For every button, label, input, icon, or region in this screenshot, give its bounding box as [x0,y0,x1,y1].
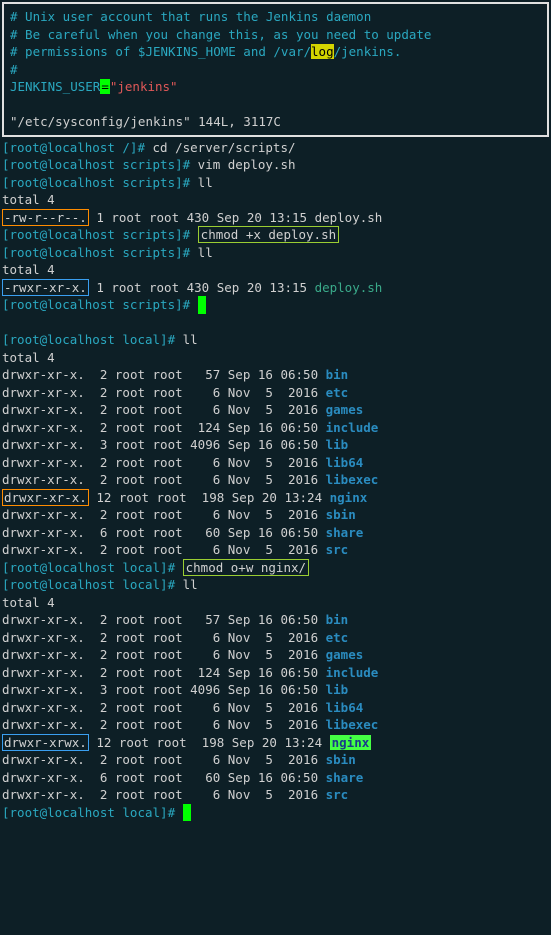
cursor-icon [198,296,206,314]
dir-name: games [326,647,364,662]
permission-col: drwxr-xr-x. [2,455,85,470]
list-row: drwxr-xrwx. 12 root root 198 Sep 20 13:2… [2,734,549,752]
dir-name: libexec [326,472,379,487]
permission-col: drwxr-xr-x. [2,542,85,557]
permission-col: drwxr-xr-x. [2,472,85,487]
list-row: drwxr-xr-x. 2 root root 6 Nov 5 2016 sbi… [2,751,549,769]
permissions-before: -rw-r--r--. [2,209,89,226]
list-row: drwxr-xr-x. 2 root root 6 Nov 5 2016 lib… [2,716,549,734]
list-row: drwxr-xr-x. 6 root root 60 Sep 16 06:50 … [2,769,549,787]
list-row: drwxr-xr-x. 3 root root 4096 Sep 16 06:5… [2,436,549,454]
dir-name: share [326,770,364,785]
list-row: drwxr-xr-x. 12 root root 198 Sep 20 13:2… [2,489,549,507]
permission-col: drwxr-xr-x. [2,665,85,680]
cursor-icon [183,804,191,822]
permission-col: drwxr-xr-x. [2,717,85,732]
permission-col: drwxr-xr-x. [2,402,85,417]
dir-name: share [326,525,364,540]
dir-name: nginx [330,490,368,505]
list-row: drwxr-xr-x. 2 root root 124 Sep 16 06:50… [2,664,549,682]
list-row: drwxr-xr-x. 2 root root 57 Sep 16 06:50 … [2,366,549,384]
comment-line: # [10,61,541,79]
cursor-position: = [100,79,110,94]
list-row: drwxr-xr-x. 2 root root 124 Sep 16 06:50… [2,419,549,437]
list-row: drwxr-xr-x. 2 root root 6 Nov 5 2016 src [2,786,549,804]
chmod-command: chmod o+w nginx/ [183,559,309,576]
comment-line: # Unix user account that runs the Jenkin… [10,8,541,26]
permission-col: drwxr-xrwx. [2,734,89,751]
list-row: drwxr-xr-x. 2 root root 6 Nov 5 2016 src [2,541,549,559]
permission-col: drwxr-xr-x. [2,367,85,382]
comment-line: # Be careful when you change this, as yo… [10,26,541,44]
permission-col: drwxr-xr-x. [2,507,85,522]
permission-col: drwxr-xr-x. [2,682,85,697]
chmod-command: chmod +x deploy.sh [198,226,339,243]
permission-col: drwxr-xr-x. [2,612,85,627]
list-row: drwxr-xr-x. 2 root root 57 Sep 16 06:50 … [2,611,549,629]
list-row: drwxr-xr-x. 2 root root 6 Nov 5 2016 gam… [2,401,549,419]
permissions-after: -rwxr-xr-x. [2,279,89,296]
dir-name: bin [326,612,349,627]
list-row: drwxr-xr-x. 2 root root 6 Nov 5 2016 lib… [2,454,549,472]
list-row: drwxr-xr-x. 2 root root 6 Nov 5 2016 etc [2,384,549,402]
list-row: drwxr-xr-x. 2 root root 6 Nov 5 2016 sbi… [2,506,549,524]
list-row: drwxr-xr-x. 2 root root 6 Nov 5 2016 lib… [2,471,549,489]
list-row: drwxr-xr-x. 2 root root 6 Nov 5 2016 gam… [2,646,549,664]
dir-name: libexec [326,717,379,732]
list-row: drwxr-xr-x. 6 root root 60 Sep 16 06:50 … [2,524,549,542]
dir-name: etc [326,385,349,400]
dir-name: sbin [326,507,356,522]
permission-col: drwxr-xr-x. [2,420,85,435]
dir-name: sbin [326,752,356,767]
search-highlight: log [311,44,334,59]
permission-col: drwxr-xr-x. [2,385,85,400]
config-line: JENKINS_USER="jenkins" [10,78,541,96]
dir-name: include [326,665,379,680]
permission-col: drwxr-xr-x. [2,770,85,785]
permission-col: drwxr-xr-x. [2,437,85,452]
dir-name: bin [326,367,349,382]
vim-editor-panel: # Unix user account that runs the Jenkin… [2,2,549,137]
dir-name: games [326,402,364,417]
dir-name: lib [326,437,349,452]
permission-col: drwxr-xr-x. [2,752,85,767]
permission-col: drwxr-xr-x. [2,787,85,802]
comment-line: # permissions of $JENKINS_HOME and /var/… [10,43,541,61]
terminal-output[interactable]: [root@localhost /]# cd /server/scripts/ … [2,139,549,822]
list-row: drwxr-xr-x. 2 root root 6 Nov 5 2016 etc [2,629,549,647]
dir-name: include [326,420,379,435]
list-row: drwxr-xr-x. 3 root root 4096 Sep 16 06:5… [2,681,549,699]
permission-col: drwxr-xr-x. [2,489,89,506]
dir-name: lib64 [326,700,364,715]
vim-status-line: "/etc/sysconfig/jenkins" 144L, 3117C [10,113,541,131]
list-row: drwxr-xr-x. 2 root root 6 Nov 5 2016 lib… [2,699,549,717]
dir-name: lib64 [326,455,364,470]
dir-name: src [326,542,349,557]
permission-col: drwxr-xr-x. [2,700,85,715]
dir-name: nginx [330,735,372,750]
dir-name: src [326,787,349,802]
dir-name: lib [326,682,349,697]
permission-col: drwxr-xr-x. [2,525,85,540]
dir-name: etc [326,630,349,645]
permission-col: drwxr-xr-x. [2,630,85,645]
permission-col: drwxr-xr-x. [2,647,85,662]
